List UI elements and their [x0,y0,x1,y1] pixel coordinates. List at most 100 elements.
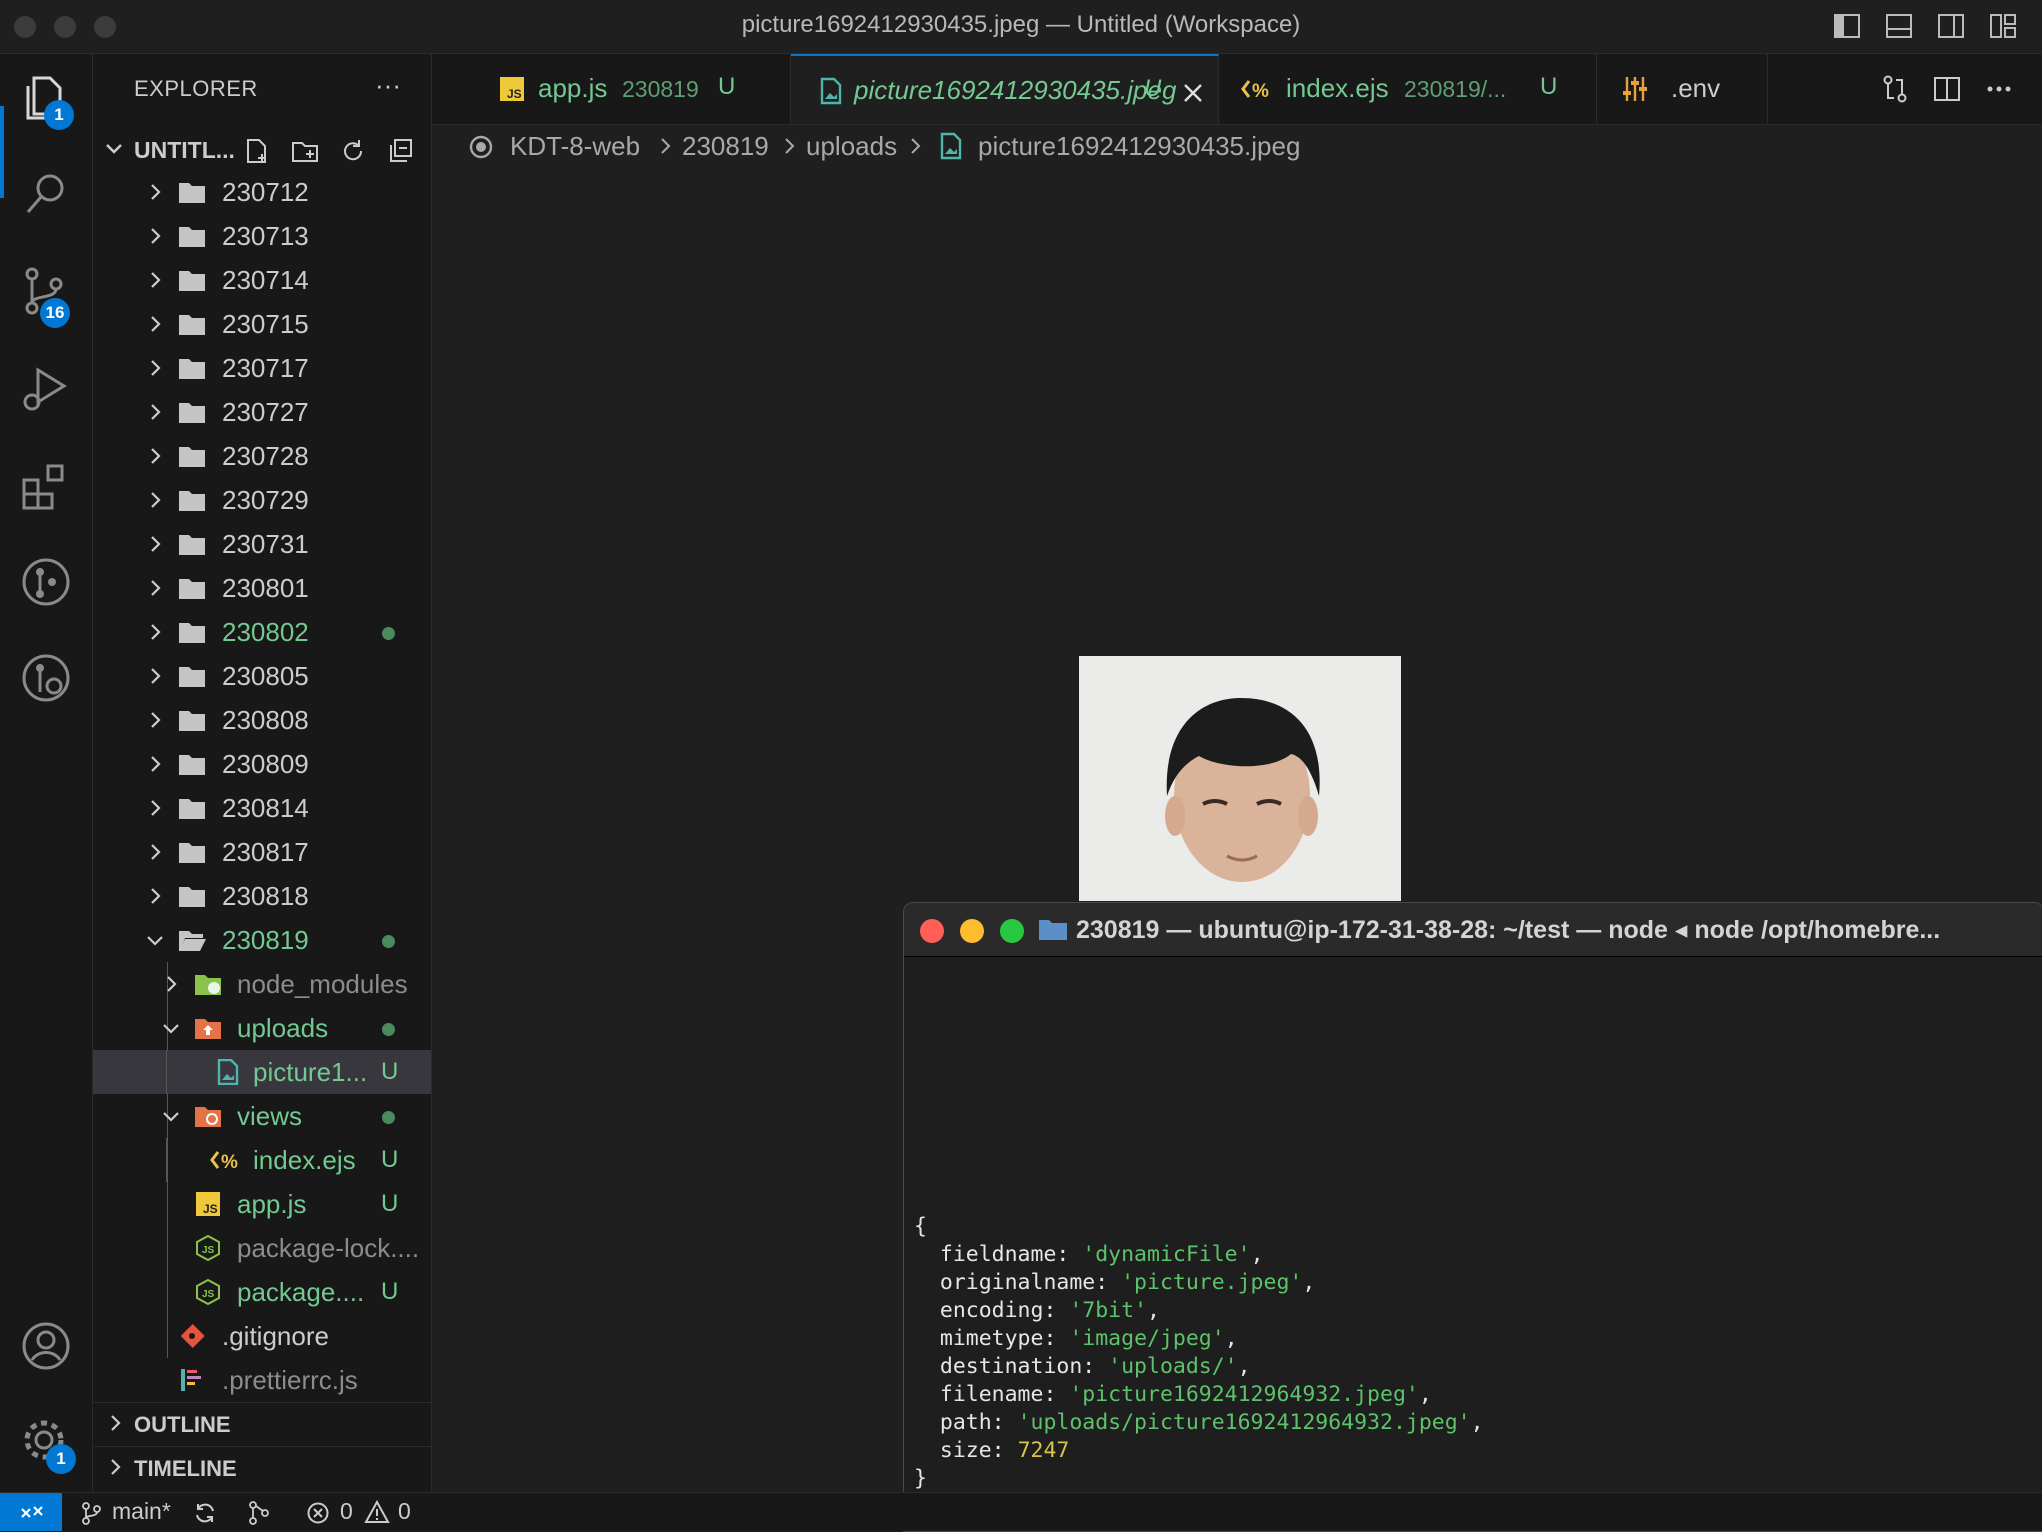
tree-folder[interactable]: 230809 [93,742,431,786]
tree-folder-label: 230714 [222,265,309,295]
views-folder-icon [194,1103,222,1129]
tree-file[interactable]: JS app.js U [93,1182,431,1226]
outline-section-header[interactable]: OUTLINE [93,1402,431,1445]
tree-folder-label: 230805 [222,661,309,691]
terminal-zoom-button[interactable] [1000,919,1024,943]
breadcrumb-item[interactable]: 230819 [682,131,769,162]
explorer-header: EXPLORER [134,76,258,101]
breadcrumb-item[interactable]: KDT-8-web [510,131,640,162]
output-line: { [914,1214,927,1239]
tree-folder[interactable]: 230814 [93,786,431,830]
chevron-right-icon [658,135,674,157]
toggle-secondary-sidebar-icon[interactable] [1936,11,1966,41]
open-changes-icon[interactable] [1880,74,1910,104]
source-control-icon[interactable]: 16 [18,264,74,328]
tab-index-ejs[interactable]: % index.ejs 230819/... U [1220,54,1597,124]
modified-dot [382,1111,395,1124]
modified-dot [382,1023,395,1036]
tree-file[interactable]: .gitignore [93,1314,431,1358]
tree-folder[interactable]: 230818 [93,874,431,918]
tree-folder[interactable]: 230802 [93,610,431,654]
settings-gear-icon[interactable]: 1 [18,1414,76,1474]
chevron-right-icon [145,226,165,246]
search-icon[interactable] [18,166,74,222]
terminal-minimize-button[interactable] [960,919,984,943]
tree-folder[interactable]: node_modules [93,962,431,1006]
tree-folder[interactable]: 230808 [93,698,431,742]
tab-description: 230819/... [1404,76,1507,102]
run-debug-icon[interactable] [18,362,74,418]
tree-folder-expanded[interactable]: views [93,1094,431,1138]
workspace-section-header[interactable]: UNTITL... [93,130,431,170]
tree-folder-label: 230727 [222,397,309,427]
git-graph-status-icon[interactable] [246,1500,272,1526]
tree-folder[interactable]: 230727 [93,390,431,434]
tree-file[interactable]: JS package.... U [93,1270,431,1314]
tree-folder[interactable]: 230728 [93,434,431,478]
output-line: originalname: 'picture.jpeg', [914,1270,1316,1295]
tree-folder[interactable]: 230717 [93,346,431,390]
error-icon[interactable] [306,1501,330,1525]
tree-folder[interactable]: 230713 [93,214,431,258]
tree-folder-label: uploads [237,1013,329,1043]
tree-folder[interactable]: 230714 [93,258,431,302]
javascript-file-icon: JS [498,75,526,103]
timeline-section-header[interactable]: TIMELINE [93,1446,431,1489]
tab-label: app.js [538,73,608,103]
tree-folder[interactable]: 230731 [93,522,431,566]
new-folder-icon[interactable] [291,137,319,165]
chevron-right-icon [145,490,165,510]
tree-folder[interactable]: 230801 [93,566,431,610]
tree-folder[interactable]: 230729 [93,478,431,522]
tree-folder[interactable]: 230712 [93,170,431,214]
tree-folder[interactable]: 230817 [93,830,431,874]
tab-env[interactable]: .env [1597,54,1768,124]
tree-file[interactable]: % index.ejs U [93,1138,431,1182]
git-graph-icon[interactable] [18,554,74,610]
toggle-primary-sidebar-icon[interactable] [1832,11,1862,41]
refresh-icon[interactable] [339,137,367,165]
folder-icon [178,619,206,645]
customize-layout-icon[interactable] [1988,11,2018,41]
breadcrumb-item[interactable]: picture1692412930435.jpeg [978,131,1300,162]
svg-text:JS: JS [203,1202,218,1216]
extensions-icon[interactable] [18,458,74,514]
modified-dot [382,935,395,948]
error-count[interactable]: 0 [340,1498,353,1525]
folder-icon [178,223,206,249]
tree-file[interactable]: JS package-lock.... [93,1226,431,1270]
collapse-all-icon[interactable] [387,137,415,165]
warning-icon[interactable] [364,1500,390,1524]
tree-folder-label: 230808 [222,705,309,735]
remote-indicator[interactable] [0,1493,62,1531]
tree-folder[interactable]: 230805 [93,654,431,698]
active-indicator [0,106,4,198]
image-file-icon [214,1059,242,1085]
tree-folder-expanded[interactable]: 230819 [93,918,431,962]
terminal-output[interactable]: { fieldname: 'dynamicFile', originalname… [914,1213,2034,1521]
ejs-file-icon: % [1240,75,1269,103]
breadcrumb-item[interactable]: uploads [806,131,897,162]
toggle-panel-icon[interactable] [1884,11,1914,41]
chevron-down-icon [103,138,125,160]
tree-folder-expanded[interactable]: uploads [93,1006,431,1050]
tree-file[interactable]: .prettierrc.js [93,1358,431,1402]
git-history-icon[interactable] [18,650,74,706]
close-tab-button[interactable] [1181,76,1205,106]
sync-icon[interactable] [192,1500,218,1526]
more-actions-icon[interactable] [1984,74,2014,104]
tree-folder[interactable]: 230715 [93,302,431,346]
split-editor-icon[interactable] [1932,74,1962,104]
tree-folder-label: 230728 [222,441,309,471]
svg-text:JS: JS [202,1289,215,1300]
tab-app-js[interactable]: JS app.js 230819 U [432,54,791,124]
terminal-close-button[interactable] [920,919,944,943]
accounts-icon[interactable] [18,1318,74,1374]
tree-file-selected[interactable]: picture1... U [93,1050,431,1094]
new-file-icon[interactable] [243,137,271,165]
git-branch[interactable]: main* [112,1498,171,1525]
tab-picture-jpeg[interactable]: picture1692412930435.jpeg U [791,54,1219,124]
explorer-icon[interactable]: 1 [18,70,74,130]
explorer-more-actions-button[interactable]: ··· [375,70,401,101]
warning-count[interactable]: 0 [398,1498,411,1525]
